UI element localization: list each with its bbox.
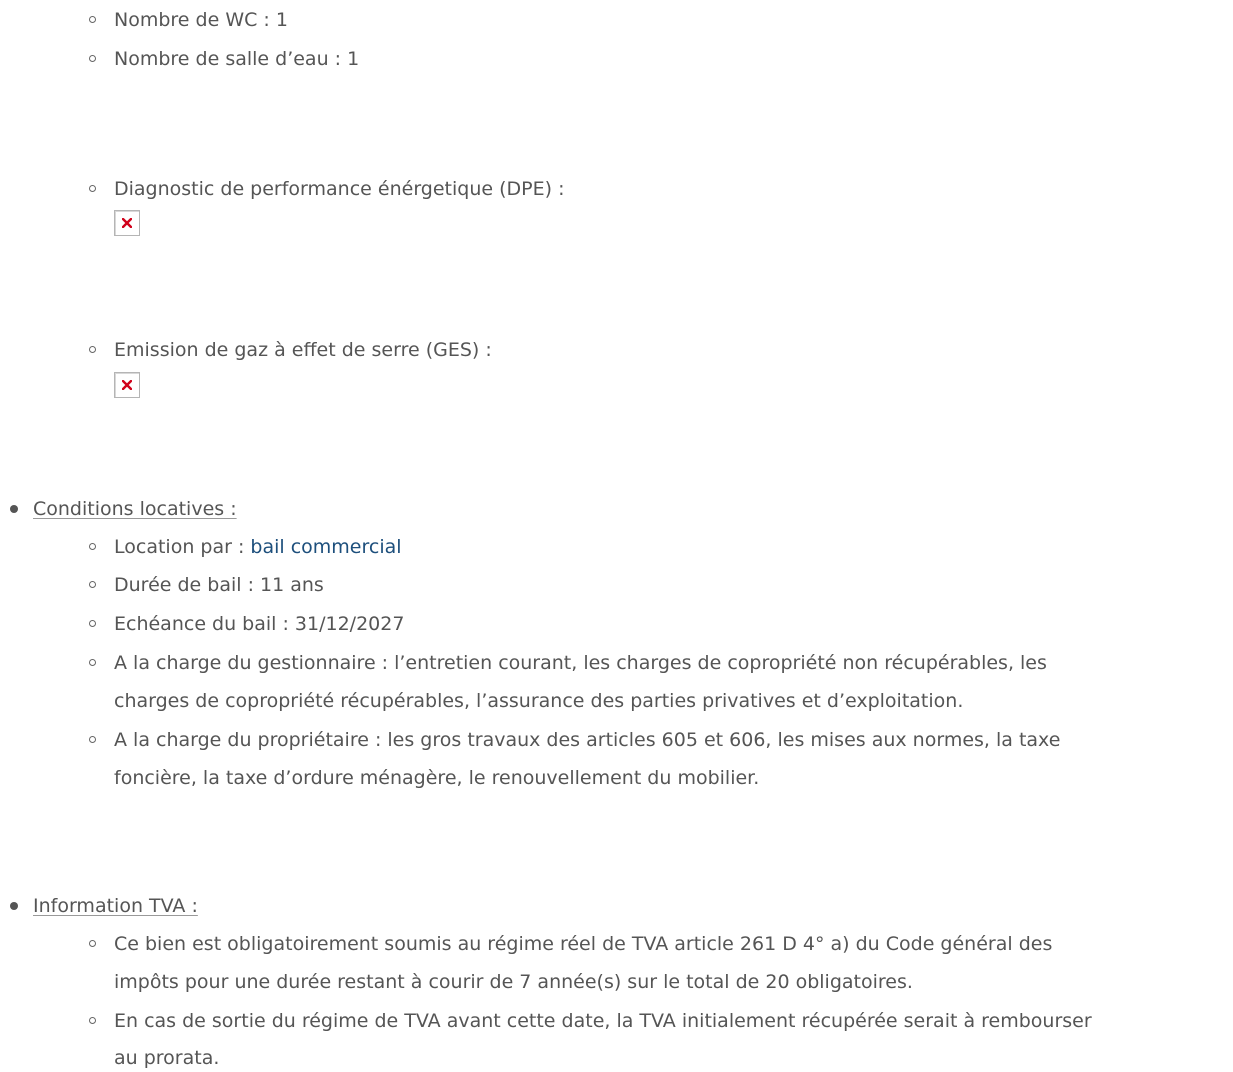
sub-bullet xyxy=(89,620,96,627)
top-bullet xyxy=(10,902,18,910)
sub-bullet xyxy=(89,55,96,62)
sub-bullet xyxy=(89,1017,96,1024)
sub-bullet xyxy=(89,543,96,550)
list-item-gestionnaire-cont: charges de copropriété récupérables, l’a… xyxy=(114,690,964,712)
sub-bullet xyxy=(89,16,96,23)
list-item-tva-regime-cont: impôts pour une durée restant à courir d… xyxy=(114,971,913,993)
bail-commercial-link[interactable]: bail commercial xyxy=(250,536,401,558)
list-item-proprietaire: A la charge du propriétaire : les gros t… xyxy=(114,729,1061,751)
list-item-duree: Durée de bail : 11 ans xyxy=(114,574,324,596)
list-item-echeance: Echéance du bail : 31/12/2027 xyxy=(114,613,405,635)
list-item-tva-sortie-cont: au prorata. xyxy=(114,1047,220,1069)
sub-bullet xyxy=(89,736,96,743)
sub-bullet xyxy=(89,940,96,947)
location-label: Location par : xyxy=(114,536,251,558)
section-heading-tva: Information TVA : xyxy=(33,895,198,917)
list-item-tva-regime: Ce bien est obligatoirement soumis au ré… xyxy=(114,933,1053,955)
top-bullet xyxy=(10,505,18,513)
section-heading-conditions: Conditions locatives : xyxy=(33,498,237,520)
list-item-dpe: Diagnostic de performance énérgetique (D… xyxy=(114,178,565,200)
list-item-wc: Nombre de WC : 1 xyxy=(114,9,288,31)
list-item-proprietaire-cont: foncière, la taxe d’ordure ménagère, le … xyxy=(114,767,760,789)
list-item-salle-eau: Nombre de salle d’eau : 1 xyxy=(114,48,360,70)
list-item-gestionnaire: A la charge du gestionnaire : l’entretie… xyxy=(114,652,1047,674)
list-item-tva-sortie: En cas de sortie du régime de TVA avant … xyxy=(114,1010,1092,1032)
sub-bullet xyxy=(89,185,96,192)
broken-image-icon xyxy=(114,210,140,236)
list-item-location: Location par : bail commercial xyxy=(114,528,402,566)
broken-image-icon xyxy=(114,372,140,398)
sub-bullet xyxy=(89,581,96,588)
list-item-ges: Emission de gaz à effet de serre (GES) : xyxy=(114,339,492,361)
sub-bullet xyxy=(89,346,96,353)
sub-bullet xyxy=(89,659,96,666)
